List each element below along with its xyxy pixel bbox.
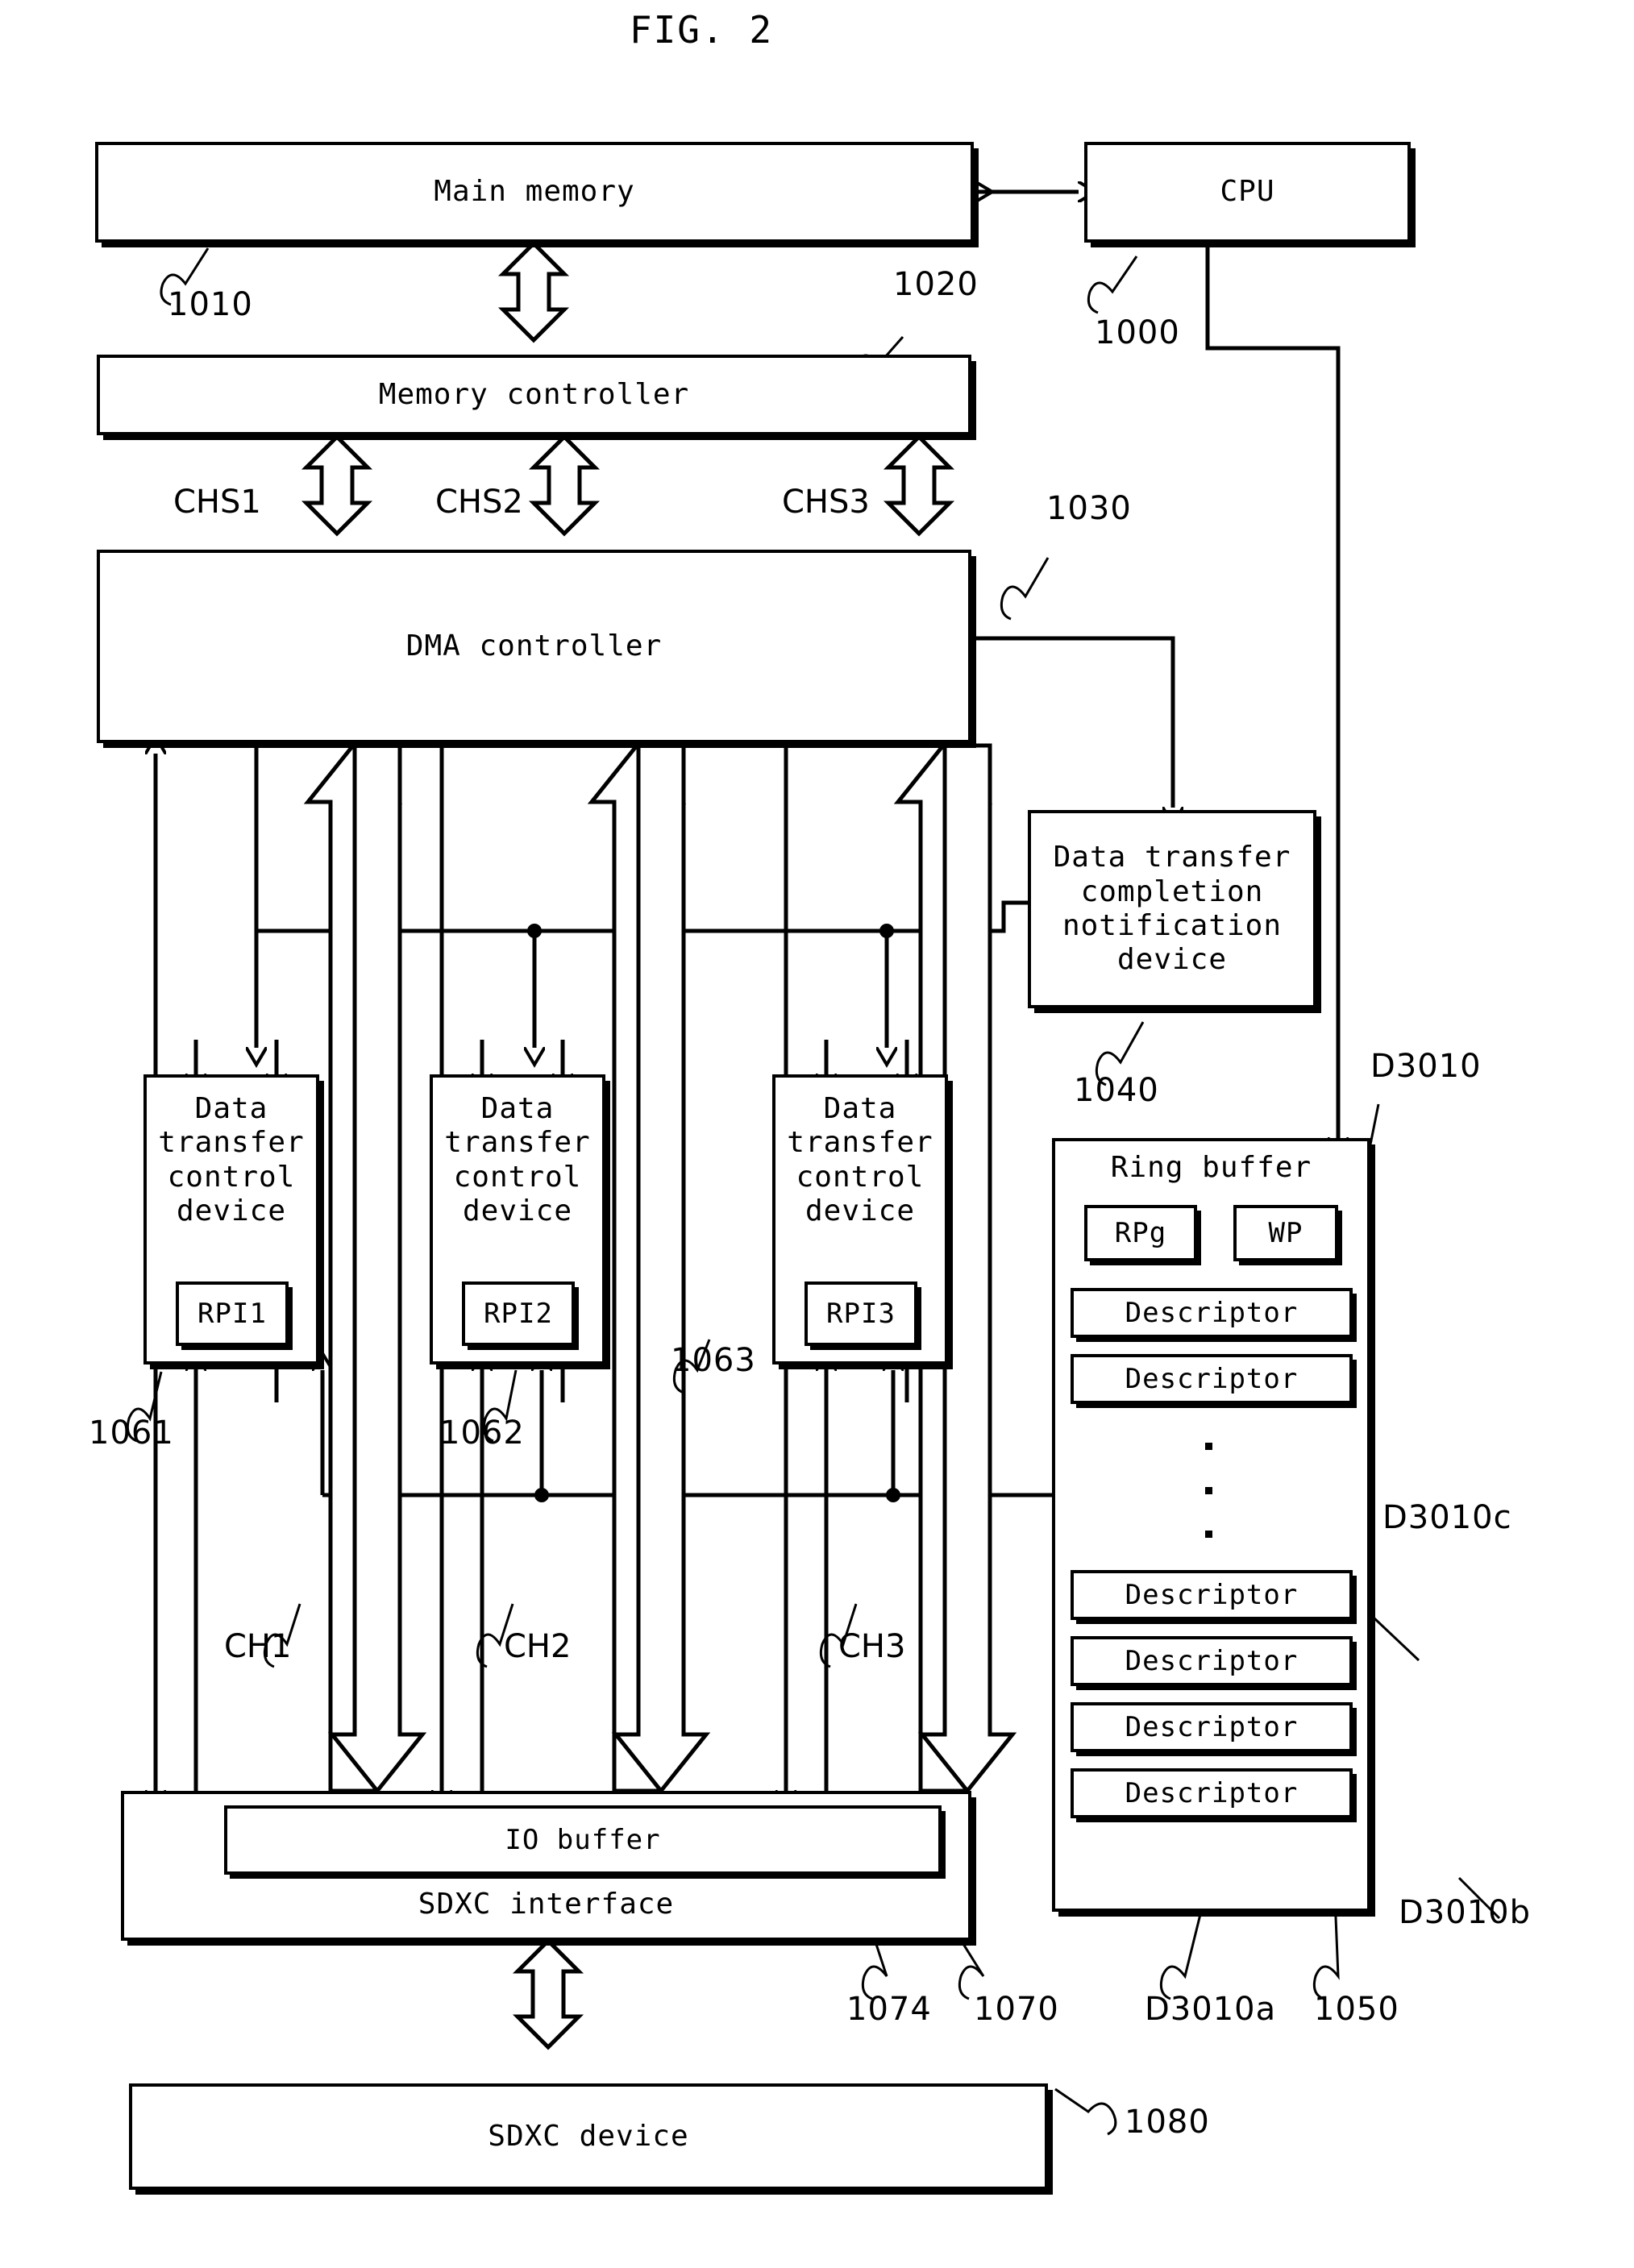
- rpg-register[interactable]: RPg: [1084, 1205, 1197, 1261]
- wp-register[interactable]: WP: [1233, 1205, 1338, 1261]
- descriptor-entry-6[interactable]: Descriptor: [1071, 1768, 1353, 1818]
- descriptor-label: Descriptor: [1125, 1297, 1299, 1329]
- rpg-label: RPg: [1114, 1217, 1167, 1249]
- dtc3-label: Data transfer control device: [787, 1092, 933, 1228]
- wp-label: WP: [1268, 1217, 1303, 1249]
- chs3-label: CHS3: [782, 484, 870, 521]
- rpi2-register[interactable]: RPI2: [462, 1281, 575, 1346]
- descriptor-label: Descriptor: [1125, 1363, 1299, 1395]
- ch1-label: CH1: [224, 1628, 292, 1665]
- dma-controller-box[interactable]: DMA controller: [97, 550, 971, 743]
- patent-figure-canvas: FIG. 2 Main memory CPU Memory controller…: [0, 0, 1634, 2268]
- ref-main-memory: 1010: [168, 286, 253, 323]
- chs1-label: CHS1: [173, 484, 261, 521]
- descriptor-entry-1[interactable]: Descriptor: [1071, 1288, 1353, 1338]
- rpi1-label: RPI1: [197, 1298, 267, 1330]
- ref-dtc3: 1063: [671, 1342, 756, 1379]
- chs2-label: CHS2: [435, 484, 523, 521]
- cpu-label: CPU: [1220, 175, 1275, 209]
- sdxc-interface-label: SDXC interface: [418, 1887, 675, 1921]
- ref-sdxc-interface: 1070: [974, 1991, 1059, 2028]
- ref-descriptor-group: D3010: [1370, 1048, 1482, 1085]
- ref-io-buffer: 1074: [846, 1991, 932, 2028]
- descriptor-label: Descriptor: [1125, 1645, 1299, 1677]
- ch3-label: CH3: [838, 1628, 906, 1665]
- ref-sdxc-device: 1080: [1125, 2104, 1210, 2141]
- rpi1-register[interactable]: RPI1: [176, 1281, 289, 1346]
- rpi2-label: RPI2: [484, 1298, 553, 1330]
- io-buffer-box[interactable]: IO buffer: [224, 1805, 942, 1875]
- ring-buffer-label: Ring buffer: [1110, 1151, 1312, 1184]
- descriptor-entry-3[interactable]: Descriptor: [1071, 1570, 1353, 1620]
- ref-dma-controller: 1030: [1046, 490, 1132, 527]
- ref-notification-device: 1040: [1074, 1072, 1159, 1109]
- data-transfer-completion-notification-device-box[interactable]: Data transfer completion notification de…: [1028, 810, 1316, 1008]
- ch2-label: CH2: [504, 1628, 572, 1665]
- ref-memory-controller: 1020: [893, 266, 979, 303]
- io-buffer-label: IO buffer: [505, 1824, 661, 1856]
- dtc2-label: Data transfer control device: [444, 1092, 591, 1228]
- memory-controller-label: Memory controller: [378, 377, 690, 411]
- descriptor-entry-5[interactable]: Descriptor: [1071, 1702, 1353, 1752]
- rpi3-register[interactable]: RPI3: [805, 1281, 917, 1346]
- sdxc-device-label: SDXC device: [488, 2119, 689, 2153]
- dtc1-label: Data transfer control device: [158, 1092, 305, 1228]
- descriptor-label: Descriptor: [1125, 1711, 1299, 1743]
- memory-controller-box[interactable]: Memory controller: [97, 355, 971, 435]
- dma-controller-label: DMA controller: [405, 629, 663, 663]
- main-memory-box[interactable]: Main memory: [95, 142, 974, 243]
- cpu-box[interactable]: CPU: [1084, 142, 1411, 243]
- descriptor-entry-4[interactable]: Descriptor: [1071, 1636, 1353, 1686]
- ref-descriptor-a: D3010a: [1145, 1991, 1277, 2028]
- ref-ring-buffer: 1050: [1314, 1991, 1399, 2028]
- ref-dtc1: 1061: [89, 1414, 174, 1452]
- ref-dtc2: 1062: [439, 1414, 525, 1452]
- descriptor-label: Descriptor: [1125, 1777, 1299, 1809]
- notification-device-label: Data transfer completion notification de…: [1053, 841, 1291, 977]
- descriptor-entry-2[interactable]: Descriptor: [1071, 1354, 1353, 1404]
- ref-cpu: 1000: [1095, 314, 1180, 351]
- rpi3-label: RPI3: [826, 1298, 896, 1330]
- ellipsis-dots: [1204, 1443, 1212, 1538]
- main-memory-label: Main memory: [434, 175, 635, 209]
- descriptor-label: Descriptor: [1125, 1579, 1299, 1611]
- ref-descriptor-b: D3010b: [1399, 1894, 1531, 1931]
- sdxc-device-box[interactable]: SDXC device: [129, 2083, 1048, 2190]
- ref-descriptor-c: D3010c: [1382, 1499, 1512, 1536]
